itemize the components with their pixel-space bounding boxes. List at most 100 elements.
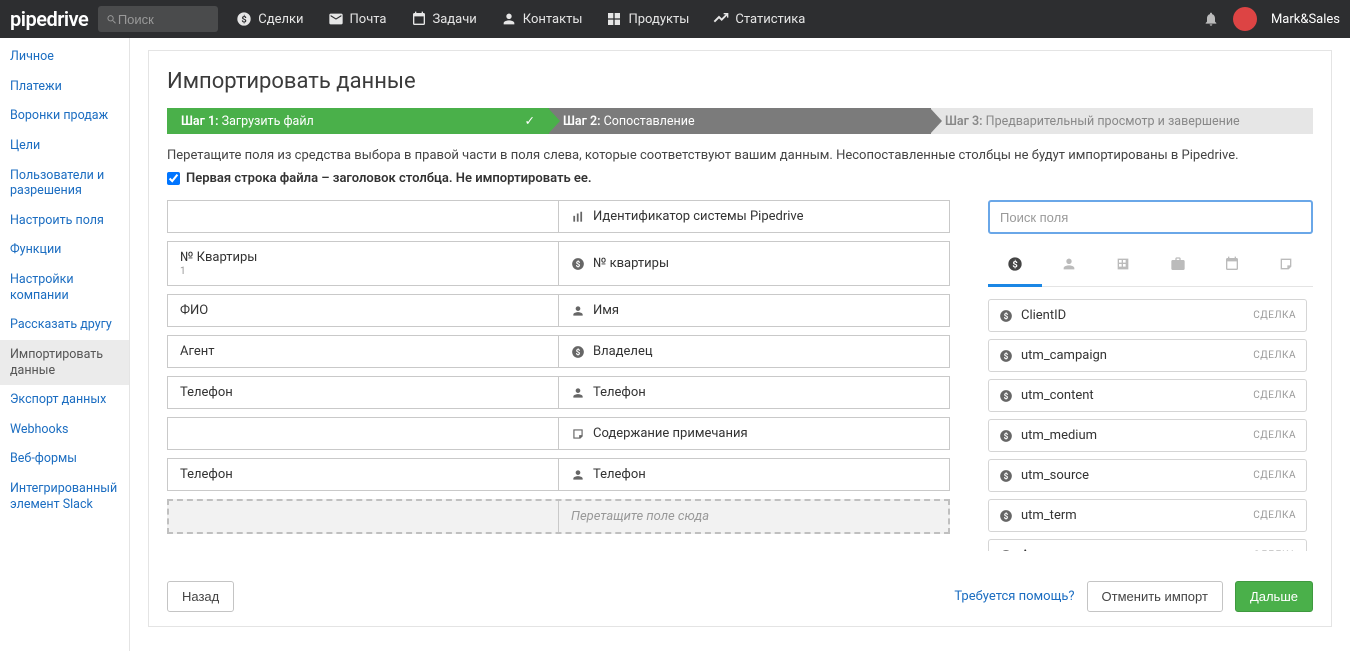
mapping-row[interactable]: № Квартиры1$№ квартиры — [167, 241, 950, 286]
next-button[interactable]: Дальше — [1235, 581, 1313, 612]
field-search-input[interactable] — [988, 200, 1313, 234]
mapping-row[interactable]: ТелефонТелефон — [167, 376, 950, 409]
mapping-target[interactable]: Телефон — [559, 459, 949, 490]
tab-org[interactable] — [1096, 248, 1150, 286]
username[interactable]: Mark&Sales — [1271, 12, 1340, 27]
bell-icon[interactable] — [1203, 11, 1219, 27]
field-type-label: СДЕЛКА — [1253, 430, 1296, 441]
sidebar-item[interactable]: Настройки компании — [0, 265, 129, 310]
field-item[interactable]: $utm_termСДЕЛКА — [988, 499, 1307, 532]
field-type-label: СДЕЛКА — [1253, 470, 1296, 481]
field-name: Акционная цена — [1021, 548, 1121, 551]
mapping-source: Телефон — [168, 459, 559, 490]
svg-text:$: $ — [576, 258, 581, 268]
sidebar-item[interactable]: Пользователи и разрешения — [0, 161, 129, 206]
mapping-source: Агент — [168, 336, 559, 367]
global-search[interactable] — [98, 6, 218, 32]
mapping-row[interactable]: Агент$Владелец — [167, 335, 950, 368]
mapping-target-label: Телефон — [593, 385, 646, 400]
sidebar-item[interactable]: Экспорт данных — [0, 385, 129, 415]
dollar-icon: $ — [999, 509, 1013, 523]
nav-tasks[interactable]: Задачи — [411, 11, 477, 27]
step-1[interactable]: Шаг 1: Загрузить файл ✓ — [167, 108, 549, 134]
tab-product[interactable] — [1151, 248, 1205, 286]
svg-text:$: $ — [1004, 510, 1009, 520]
mapping-source — [168, 418, 559, 449]
tab-activity[interactable] — [1205, 248, 1259, 286]
mapping-row[interactable]: Содержание примечания — [167, 417, 950, 450]
help-link[interactable]: Требуется помощь? — [954, 589, 1074, 604]
mapping-target[interactable]: Перетащите поле сюда — [559, 501, 948, 532]
dollar-icon: $ — [999, 429, 1013, 443]
sidebar-item[interactable]: Рассказать другу — [0, 310, 129, 340]
mapping-target[interactable]: Идентификатор системы Pipedrive — [559, 201, 949, 232]
field-item[interactable]: $utm_contentСДЕЛКА — [988, 379, 1307, 412]
mapping-target[interactable]: Телефон — [559, 377, 949, 408]
nav-deals[interactable]: $Сделки — [236, 11, 303, 27]
sidebar-item[interactable]: Платежи — [0, 72, 129, 102]
field-item[interactable]: $Акционная ценаСДЕЛКА — [988, 539, 1307, 551]
nav-products[interactable]: Продукты — [606, 11, 689, 27]
sidebar-item[interactable]: Личное — [0, 42, 129, 72]
first-row-header-checkbox[interactable] — [167, 172, 180, 185]
field-item[interactable]: $ClientIDСДЕЛКА — [988, 299, 1307, 332]
step-3: Шаг 3: Предварительный просмотр и заверш… — [931, 108, 1313, 134]
first-row-header-label[interactable]: Первая строка файла – заголовок столбца.… — [186, 171, 592, 186]
sidebar-item[interactable]: Цели — [0, 131, 129, 161]
field-picker: $ $ClientIDСДЕЛКА$utm_campaignСДЕЛКА$utm… — [988, 200, 1313, 551]
global-search-input[interactable] — [118, 12, 210, 27]
nav-mail[interactable]: Почта — [328, 11, 387, 27]
mapping-row[interactable]: ТелефонТелефон — [167, 458, 950, 491]
sidebar-item[interactable]: Настроить поля — [0, 206, 129, 236]
field-type-label: СДЕЛКА — [1253, 390, 1296, 401]
mapping-target[interactable]: $Владелец — [559, 336, 949, 367]
step-2[interactable]: Шаг 2: Сопоставление — [549, 108, 931, 134]
dollar-icon: $ — [999, 549, 1013, 552]
mapping-target-label: Идентификатор системы Pipedrive — [593, 209, 804, 224]
mapping-drop-target[interactable]: Перетащите поле сюда — [167, 499, 950, 534]
topbar: pipedrive $Сделки Почта Задачи Контакты … — [0, 0, 1350, 38]
back-button[interactable]: Назад — [167, 581, 234, 612]
mapping-row[interactable]: Идентификатор системы Pipedrive — [167, 200, 950, 233]
sidebar-item[interactable]: Webhooks — [0, 415, 129, 445]
mapping-target[interactable]: Имя — [559, 295, 949, 326]
svg-text:$: $ — [1004, 350, 1009, 360]
field-name: utm_campaign — [1021, 348, 1107, 363]
top-nav: $Сделки Почта Задачи Контакты Продукты С… — [236, 11, 805, 27]
dollar-icon: $ — [999, 309, 1013, 323]
mapping-target-label: № квартиры — [593, 256, 669, 271]
svg-text:$: $ — [1004, 550, 1009, 551]
dollar-icon: $ — [571, 257, 585, 271]
tab-person[interactable] — [1042, 248, 1096, 286]
settings-sidebar: ЛичноеПлатежиВоронки продажЦелиПользоват… — [0, 38, 130, 651]
field-type-label: СДЕЛКА — [1253, 350, 1296, 361]
sidebar-item[interactable]: Импортировать данные — [0, 340, 129, 385]
field-item[interactable]: $utm_mediumСДЕЛКА — [988, 419, 1307, 452]
cancel-import-button[interactable]: Отменить импорт — [1087, 581, 1223, 612]
sidebar-item[interactable]: Воронки продаж — [0, 101, 129, 131]
mapping-target[interactable]: $ № квартиры — [559, 242, 949, 285]
tab-deal[interactable]: $ — [988, 248, 1042, 287]
import-card: Импортировать данные Шаг 1: Загрузить фа… — [148, 50, 1332, 627]
nav-contacts[interactable]: Контакты — [501, 11, 583, 27]
sidebar-item[interactable]: Интегрированный элемент Slack — [0, 474, 129, 519]
nav-stats[interactable]: Статистика — [713, 11, 805, 27]
mapping-target[interactable]: Содержание примечания — [559, 418, 949, 449]
avatar[interactable] — [1233, 7, 1257, 31]
field-item[interactable]: $ utm_campaign СДЕЛКА — [988, 339, 1307, 372]
step-complete-icon: ✓ — [525, 113, 535, 129]
mapping-row[interactable]: ФИОИмя — [167, 294, 950, 327]
dollar-icon: $ — [999, 469, 1013, 483]
tab-note[interactable] — [1259, 248, 1313, 286]
field-item[interactable]: $ utm_source СДЕЛКА — [988, 459, 1307, 492]
sidebar-item[interactable]: Веб-формы — [0, 444, 129, 474]
bars-icon — [571, 210, 585, 224]
field-name: ClientID — [1021, 308, 1066, 323]
search-icon — [106, 13, 118, 26]
field-name: utm_source — [1021, 468, 1089, 483]
field-name: utm_term — [1021, 508, 1077, 523]
svg-text:$: $ — [1004, 430, 1009, 440]
svg-text:$: $ — [576, 346, 581, 356]
sidebar-item[interactable]: Функции — [0, 235, 129, 265]
mapping-source — [168, 201, 559, 232]
